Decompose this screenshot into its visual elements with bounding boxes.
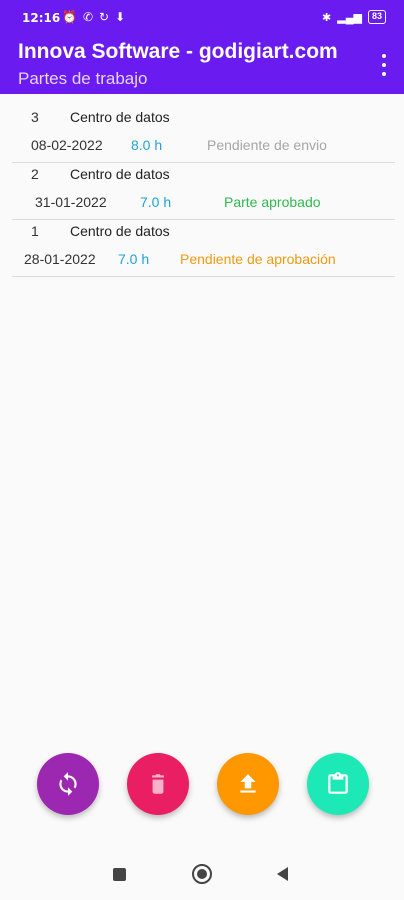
app-subtitle: Partes de trabajo — [18, 69, 148, 88]
home-icon[interactable] — [192, 864, 212, 884]
part-hours: 7.0 h — [140, 194, 172, 210]
part-hours: 7.0 h — [118, 251, 150, 267]
bluetooth-icon: ✱ — [322, 11, 332, 24]
back-icon[interactable] — [277, 867, 288, 881]
list-item[interactable]: 1 Centro de datos 28-01-2022 7.0 h Pendi… — [12, 220, 395, 277]
part-number: 2 — [31, 166, 39, 182]
status-time: 12:16 — [22, 11, 61, 25]
part-date: 08-02-2022 — [31, 137, 103, 153]
battery-level: 83 — [371, 11, 382, 21]
part-name: Centro de datos — [70, 223, 170, 239]
part-status: Pendiente de envio — [207, 137, 327, 153]
part-status: Pendiente de aprobación — [180, 251, 336, 267]
clipboard-fab[interactable] — [307, 753, 369, 815]
upload-fab[interactable] — [217, 753, 279, 815]
app-title: Innova Software - godigiart.com — [18, 40, 338, 63]
part-number: 3 — [31, 109, 39, 125]
download-icon: ⬇ — [115, 10, 126, 24]
part-date: 31-01-2022 — [35, 194, 107, 210]
sync-icon — [59, 772, 77, 796]
part-number: 1 — [31, 223, 39, 239]
part-status: Parte aprobado — [224, 194, 321, 210]
clipboard-icon — [328, 772, 348, 794]
recents-icon[interactable] — [113, 868, 126, 881]
trash-icon — [152, 774, 164, 794]
part-hours: 8.0 h — [131, 137, 163, 153]
part-name: Centro de datos — [70, 109, 170, 125]
list-item[interactable]: 3 Centro de datos 08-02-2022 8.0 h Pendi… — [12, 106, 395, 163]
status-system-icons: ✱ ▂▄▆ 83 — [322, 10, 386, 24]
upload-icon — [240, 774, 256, 793]
overflow-menu-icon[interactable] — [380, 54, 388, 76]
phone-icon: ✆ — [82, 10, 94, 24]
navigation-bar — [0, 848, 404, 900]
work-parts-list: 3 Centro de datos 08-02-2022 8.0 h Pendi… — [12, 106, 395, 277]
list-item[interactable]: 2 Centro de datos 31-01-2022 7.0 h Parte… — [12, 163, 395, 220]
signal-icon: ▂▄▆ — [337, 11, 362, 24]
delete-fab[interactable] — [127, 753, 189, 815]
sync-fab[interactable] — [37, 753, 99, 815]
part-date: 28-01-2022 — [24, 251, 96, 267]
part-name: Centro de datos — [70, 166, 170, 182]
status-bar: 12:16 ⏰ ✆ ↻ ⬇ ✱ ▂▄▆ 83 — [0, 0, 404, 36]
sync-icon: ↻ — [99, 10, 110, 24]
alarm-icon: ⏰ — [62, 10, 77, 24]
battery-icon: 83 — [367, 10, 386, 24]
status-notification-icons: ⏰ ✆ ↻ ⬇ — [62, 10, 125, 24]
app-bar: Innova Software - godigiart.com Partes d… — [0, 36, 404, 94]
